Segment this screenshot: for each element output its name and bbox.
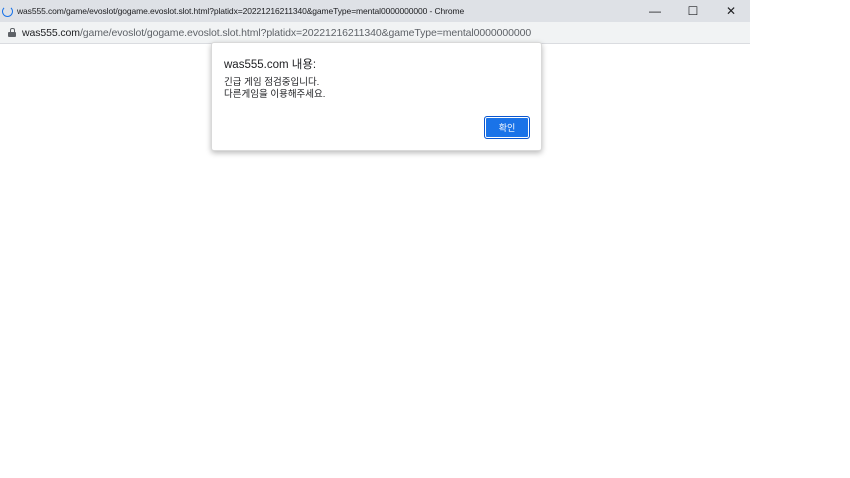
window-controls: — ☐ ✕ xyxy=(636,0,750,22)
chrome-popup-window: was555.com/game/evoslot/gogame.evoslot.s… xyxy=(0,0,750,478)
dialog-message: 긴급 게임 점검중입니다. 다른게임을 이용해주세요. xyxy=(224,77,325,101)
url-path: /game/evoslot/gogame.evoslot.slot.html?p… xyxy=(79,26,532,39)
lock-icon[interactable] xyxy=(8,28,16,37)
url-host: was555.com xyxy=(22,26,80,39)
dialog-message-line-1: 긴급 게임 점검중입니다. xyxy=(224,77,320,88)
close-button[interactable]: ✕ xyxy=(712,0,750,22)
dialog-message-line-2: 다른게임을 이용해주세요. xyxy=(224,89,326,100)
maximize-button[interactable]: ☐ xyxy=(674,0,712,22)
url-text[interactable]: was555.com/game/evoslot/gogame.evoslot.s… xyxy=(22,27,531,39)
alert-dialog: was555.com 내용: 긴급 게임 점검중입니다. 다른게임을 이용해주세… xyxy=(211,42,542,151)
title-bar[interactable]: was555.com/game/evoslot/gogame.evoslot.s… xyxy=(0,0,750,22)
minimize-button[interactable]: — xyxy=(636,0,674,22)
loading-spinner-icon xyxy=(2,5,13,17)
address-bar[interactable]: was555.com/game/evoslot/gogame.evoslot.s… xyxy=(0,22,750,44)
window-title: was555.com/game/evoslot/gogame.evoslot.s… xyxy=(17,6,465,16)
dialog-title: was555.com 내용: xyxy=(224,59,317,71)
ok-button[interactable]: 확인 xyxy=(484,116,530,139)
